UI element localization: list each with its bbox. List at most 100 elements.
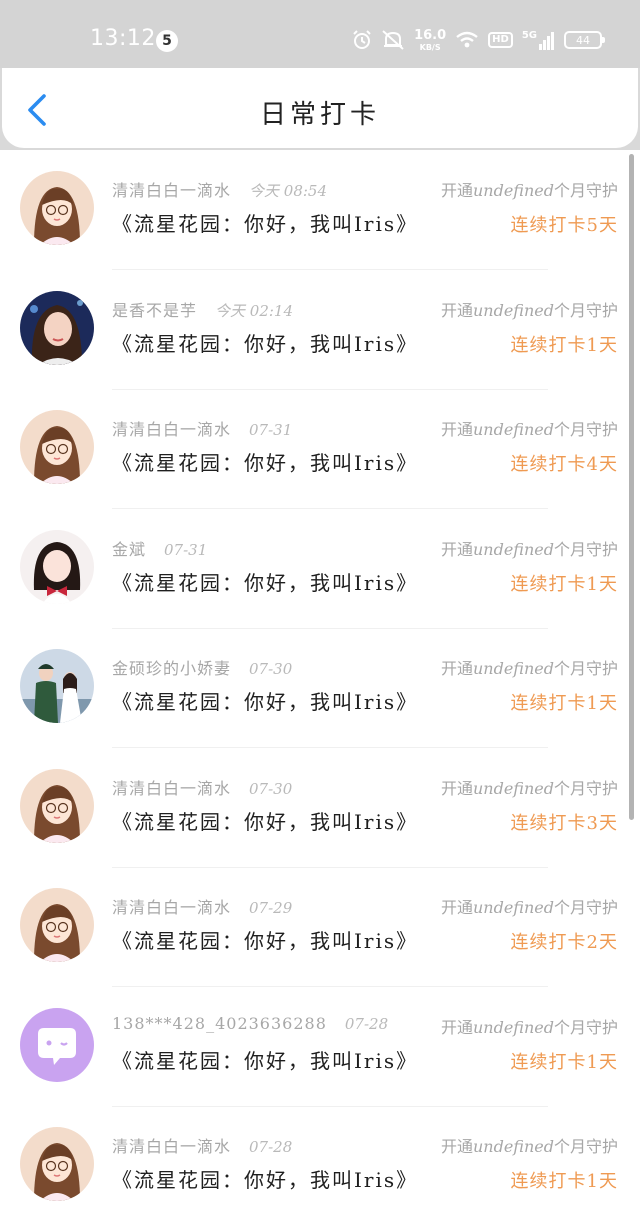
username-text: 清清白白一滴水: [112, 420, 232, 439]
guard-value: undefined: [472, 539, 554, 559]
avatar-girl-glasses-image: [20, 888, 94, 962]
avatar[interactable]: [20, 888, 94, 962]
checkin-date: 07-28: [344, 1014, 389, 1033]
avatar-woman-photo-image: [20, 290, 94, 365]
guard-suffix: 个月守护: [553, 898, 618, 917]
streak-label: 连续打卡2天: [510, 932, 618, 953]
song-title: 《流星花园：你好，我叫Iris》: [112, 212, 419, 236]
song-title: 《流星花园：你好，我叫Iris》: [112, 451, 419, 475]
guard-value: undefined: [472, 1137, 554, 1156]
guard-text: 开通undefined个月守护: [441, 177, 618, 201]
username: 金硕珍的小娇妻 07-30: [112, 655, 292, 679]
song-title: 《流星花园：你好，我叫Iris》: [112, 929, 419, 953]
username-text: 清清白白一滴水: [112, 1137, 232, 1156]
avatar[interactable]: [20, 410, 94, 484]
page-title: 日常打卡: [259, 100, 380, 130]
guard-suffix: 个月守护: [553, 300, 618, 320]
guard-text: 开通undefined个月守护: [441, 536, 618, 560]
hd-badge: HD: [488, 32, 513, 48]
username-text: 金斌: [112, 539, 147, 559]
streak-label: 连续打卡1天: [510, 1171, 618, 1192]
signal-group: 5G: [522, 30, 555, 50]
guard-suffix: 个月守护: [553, 1017, 618, 1037]
checkin-date: 07-31: [249, 421, 293, 439]
checkin-list[interactable]: 清清白白一滴水 今天 08:54 开通undefined个月守护 《流星花园：你好…: [0, 150, 640, 1208]
network-speed-value: 16.0: [414, 27, 447, 43]
guard-prefix: 开通: [440, 778, 473, 798]
guard-text: 开通undefined个月守护: [441, 416, 618, 440]
song-title: 《流星花园：你好，我叫Iris》: [112, 1048, 419, 1073]
username: 清清白白一滴水 07-28: [112, 1133, 292, 1157]
checkin-date: 07-28: [249, 1138, 293, 1156]
list-item[interactable]: 清清白白一滴水 07-28 开通undefined个月守护 《流星花园：你好，我叫…: [0, 1106, 628, 1208]
avatar-girl-glasses-image: [20, 410, 94, 484]
scrollbar[interactable]: [629, 154, 634, 820]
page-header: 日常打卡: [2, 68, 638, 148]
list-item[interactable]: 清清白白一滴水 07-30 开通undefined个月守护 《流星花园：你好，我叫…: [0, 748, 628, 868]
list-item[interactable]: 金硕珍的小娇妻 07-30 开通undefined个月守护 《流星花园：你好，我叫…: [0, 628, 628, 748]
list-item[interactable]: 清清白白一滴水 07-31 开通undefined个月守护 《流星花园：你好，我叫…: [0, 389, 628, 509]
streak-label: 连续打卡3天: [510, 812, 618, 834]
guard-value: undefined: [472, 898, 554, 917]
list-item[interactable]: 金斌 07-31 开通undefined个月守护 《流星花园：你好，我叫Iris》…: [0, 509, 628, 629]
avatar-default-chat-image: [20, 1007, 94, 1082]
streak-label: 连续打卡5天: [510, 215, 618, 236]
status-bar: 13:12 5 16.0 KB/S HD 5G 44: [0, 0, 640, 68]
checkin-date: 今天 02:14: [215, 301, 294, 320]
status-time: 13:12: [90, 26, 156, 51]
checkin-date: 07-30: [249, 660, 293, 678]
avatar[interactable]: [20, 768, 94, 843]
guard-text: 开通undefined个月守护: [441, 1133, 618, 1157]
mute-icon: [382, 30, 404, 50]
guard-prefix: 开通: [440, 181, 473, 200]
battery-indicator: 44: [564, 31, 605, 49]
avatar[interactable]: [20, 1127, 94, 1201]
guard-value: undefined: [472, 420, 554, 439]
song-title: 《流星花园：你好，我叫Iris》: [112, 809, 419, 834]
avatar[interactable]: [20, 529, 94, 604]
avatar[interactable]: [20, 171, 94, 245]
guard-suffix: 个月守护: [553, 539, 618, 559]
avatar[interactable]: [20, 290, 94, 365]
avatar[interactable]: [20, 1007, 94, 1082]
username: 是香不是芋 今天 02:14: [112, 297, 293, 321]
username: 138***428_4023636288 07-28: [112, 1014, 388, 1033]
guard-prefix: 开通: [440, 420, 473, 439]
username-text: 138***428_4023636288: [112, 1013, 327, 1033]
list-item[interactable]: 是香不是芋 今天 02:14 开通undefined个月守护 《流星花园：你好，我…: [0, 270, 628, 390]
notification-count-badge: 5: [156, 30, 178, 52]
avatar[interactable]: [20, 649, 94, 723]
guard-prefix: 开通: [440, 1137, 473, 1156]
network-speed: 16.0 KB/S: [414, 29, 446, 52]
avatar-girl-glasses-image: [20, 1127, 94, 1201]
guard-text: 开通undefined个月守护: [441, 1014, 618, 1038]
streak-label: 连续打卡1天: [510, 334, 618, 356]
guard-text: 开通undefined个月守护: [441, 775, 618, 799]
guard-suffix: 个月守护: [553, 659, 618, 678]
streak-label: 连续打卡1天: [510, 573, 618, 595]
avatar-couple-photo-image: [20, 649, 94, 723]
guard-prefix: 开通: [440, 300, 473, 320]
checkin-date: 07-29: [249, 899, 293, 917]
guard-value: undefined: [472, 181, 554, 200]
streak-label: 连续打卡1天: [510, 693, 618, 714]
guard-prefix: 开通: [440, 539, 473, 559]
wifi-icon: [456, 31, 478, 48]
username-text: 清清白白一滴水: [112, 898, 232, 917]
alarm-icon: [353, 30, 371, 49]
song-title: 《流星花园：你好，我叫Iris》: [112, 331, 419, 356]
username: 清清白白一滴水 07-30: [112, 775, 292, 799]
network-speed-unit: KB/S: [419, 42, 441, 52]
guard-suffix: 个月守护: [553, 778, 618, 798]
list-item[interactable]: 清清白白一滴水 07-29 开通undefined个月守护 《流星花园：你好，我叫…: [0, 867, 628, 987]
guard-suffix: 个月守护: [553, 1137, 618, 1156]
network-type-label: 5G: [521, 30, 537, 41]
username: 金斌 07-31: [112, 536, 207, 560]
avatar-girl-bow-image: [20, 529, 94, 604]
streak-label: 连续打卡1天: [510, 1051, 618, 1073]
list-item[interactable]: 138***428_4023636288 07-28 开通undefined个月守…: [0, 987, 628, 1107]
checkin-date: 今天 08:54: [249, 182, 328, 200]
list-item[interactable]: 清清白白一滴水 今天 08:54 开通undefined个月守护 《流星花园：你好…: [0, 150, 628, 270]
guard-value: undefined: [472, 659, 554, 678]
guard-value: undefined: [472, 1017, 554, 1037]
